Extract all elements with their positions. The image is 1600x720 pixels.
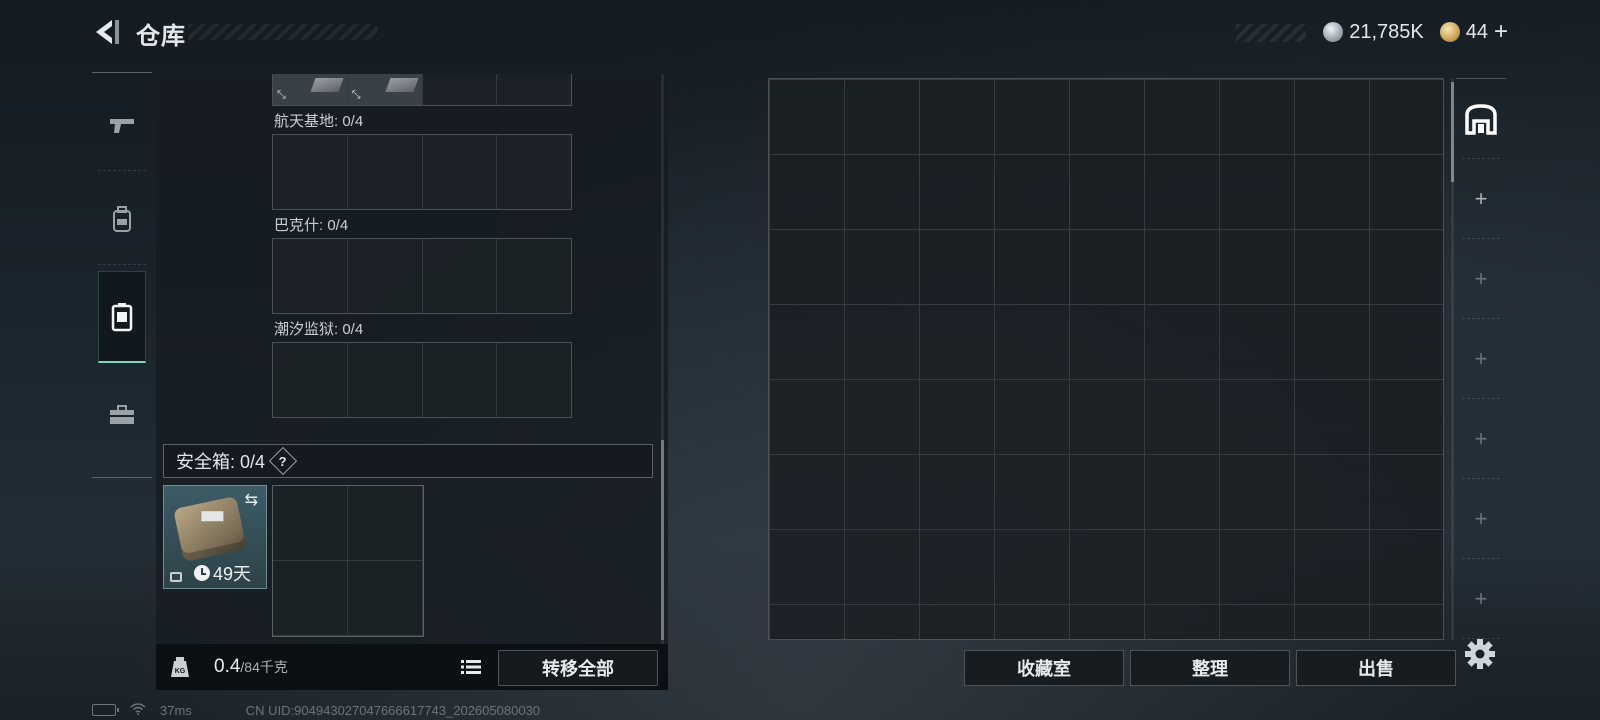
locker-icon <box>111 302 133 331</box>
inventory-slot[interactable] <box>497 343 571 417</box>
stash-grid[interactable] <box>769 79 1443 639</box>
title-decoration <box>188 24 378 40</box>
weight-icon: KG <box>156 644 204 690</box>
stash-page-home[interactable] <box>1456 79 1506 159</box>
battery-icon <box>92 704 119 716</box>
swap-icon[interactable]: ⇆ <box>245 490 258 510</box>
section-grid-tidal-prison <box>272 342 572 418</box>
storage-scrollbar-thumb[interactable] <box>661 440 664 640</box>
inventory-slot[interactable] <box>273 561 348 636</box>
inventory-slot[interactable] <box>497 135 571 209</box>
currency-secondary: 44 <box>1465 20 1488 43</box>
item-image <box>384 78 419 92</box>
inventory-slot[interactable] <box>347 239 423 313</box>
inventory-slot[interactable] <box>273 135 348 209</box>
settings-button[interactable] <box>1462 636 1498 672</box>
safe-box-time-left: 49天 <box>213 564 252 584</box>
currency-decoration <box>1236 24 1306 42</box>
safe-box-timer: 49天 <box>194 560 251 586</box>
inventory-slot[interactable] <box>273 486 348 561</box>
item-tag: ⤡ <box>277 89 286 101</box>
lock-icon <box>170 572 182 582</box>
section-label-aerospace: 航天基地: 0/4 <box>274 113 364 130</box>
list-view-button[interactable] <box>456 652 486 682</box>
safe-box-label: 安全箱: 0/4 <box>176 452 266 472</box>
item-image <box>310 78 344 92</box>
tab-equipment[interactable] <box>92 173 152 265</box>
uid-readout: CN UID:904943027047666617743_20260508003… <box>245 702 541 718</box>
safe-box-header: 安全箱: 0/4 ? <box>163 444 653 478</box>
currency-primary: 21,785K <box>1349 20 1424 43</box>
add-currency-button[interactable]: + <box>1494 18 1508 46</box>
collection-room-button[interactable]: 收藏室 <box>964 650 1124 686</box>
section-label-tidal-prison: 潮汐监狱: 0/4 <box>274 321 364 338</box>
transfer-all-button[interactable]: 转移全部 <box>498 650 658 686</box>
wifi-icon <box>130 702 146 718</box>
inventory-slot[interactable] <box>273 239 348 313</box>
stash-panel[interactable] <box>768 78 1444 640</box>
inventory-slot[interactable] <box>422 239 498 313</box>
silver-coin-icon <box>1323 22 1344 42</box>
inventory-slot[interactable] <box>347 135 423 209</box>
safe-box-item[interactable]: ⇆ 49天 <box>163 485 267 589</box>
inventory-item[interactable]: ⤡ <box>273 74 348 105</box>
svg-text:KG: KG <box>175 668 186 675</box>
inventory-slot[interactable] <box>422 74 498 105</box>
page-title: 仓库 <box>136 23 186 50</box>
back-button[interactable] <box>88 16 124 48</box>
list-icon <box>461 660 481 674</box>
tab-storage[interactable] <box>98 271 146 363</box>
ping-readout: 37ms <box>160 702 192 718</box>
gear-icon <box>1465 639 1495 669</box>
organize-button[interactable]: 整理 <box>1130 650 1290 686</box>
section-grid-aerospace <box>272 134 572 210</box>
safe-box-grid <box>272 485 424 637</box>
weight-current: 0.4 <box>214 656 241 677</box>
inventory-slot[interactable] <box>348 486 423 561</box>
currency-bar: 21,785K 44 + <box>1323 18 1508 46</box>
warehouse-icon <box>1465 104 1497 135</box>
stash-page-tabs: + + + + + + <box>1456 78 1506 639</box>
pistol-icon <box>110 119 134 133</box>
item-tag: ⤡ <box>351 89 361 101</box>
back-arrow-icon <box>96 20 119 44</box>
safe-box-image <box>173 495 247 563</box>
sell-button[interactable]: 出售 <box>1296 650 1456 686</box>
inventory-slot[interactable] <box>273 343 348 417</box>
weight-readout: 0.4/84千克 <box>214 656 288 678</box>
weight-max: /84千克 <box>240 659 288 675</box>
inventory-slot[interactable] <box>347 343 423 417</box>
add-stash-page-button[interactable]: + <box>1456 559 1506 639</box>
add-stash-page-button[interactable]: + <box>1456 399 1506 479</box>
add-stash-page-button[interactable]: + <box>1456 479 1506 559</box>
top-item-row: ⤡ ⤡ <box>272 74 572 106</box>
add-stash-page-button[interactable]: + <box>1456 159 1506 239</box>
add-stash-page-button[interactable]: + <box>1456 319 1506 399</box>
stash-scrollbar-thumb[interactable] <box>1451 82 1454 182</box>
tab-toolbox[interactable] <box>92 369 152 461</box>
section-label-bakshi: 巴克什: 0/4 <box>274 217 349 234</box>
section-grid-bakshi <box>272 238 572 314</box>
inventory-item[interactable]: ⤡ <box>347 74 423 105</box>
inventory-slot[interactable] <box>497 239 571 313</box>
add-stash-page-button[interactable]: + <box>1456 239 1506 319</box>
category-tabs <box>92 72 152 478</box>
inventory-slot[interactable] <box>422 135 498 209</box>
inventory-slot[interactable] <box>497 74 571 105</box>
gold-coin-icon <box>1439 22 1460 42</box>
kettlebell-icon: KG <box>171 657 189 677</box>
clock-icon <box>194 565 210 581</box>
inventory-slot[interactable] <box>422 343 498 417</box>
backpack-icon <box>113 206 131 232</box>
status-bar: 37ms CN UID:904943027047666617743_202605… <box>92 700 540 720</box>
tab-weapons[interactable] <box>92 79 152 171</box>
toolbox-icon <box>110 405 134 424</box>
help-glyph: ? <box>279 453 288 469</box>
inventory-slot[interactable] <box>348 561 423 636</box>
help-icon[interactable]: ? <box>268 446 298 476</box>
